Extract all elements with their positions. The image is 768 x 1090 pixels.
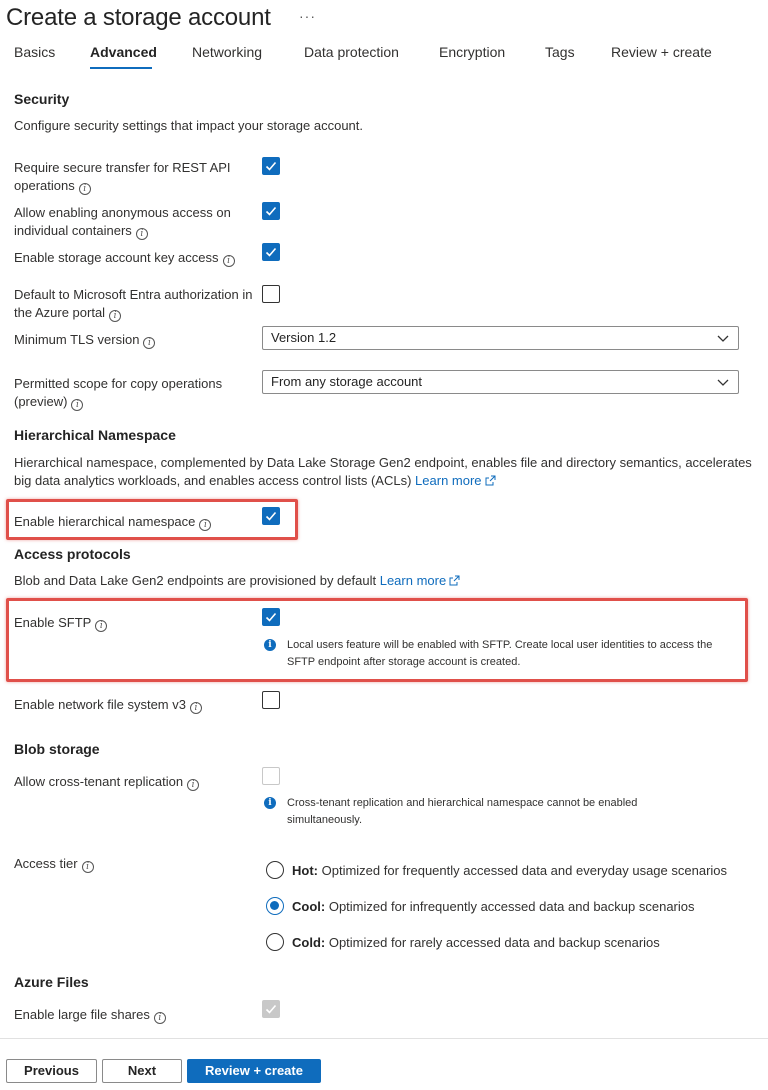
external-link-icon xyxy=(449,575,460,586)
access-protocols-heading: Access protocols xyxy=(14,546,131,562)
tls-version-value: Version 1.2 xyxy=(271,330,337,345)
more-options-icon[interactable]: ··· xyxy=(299,8,316,24)
checkmark-icon xyxy=(265,1004,277,1014)
hns-learn-more-link[interactable]: Learn more xyxy=(415,473,496,488)
footer-divider xyxy=(0,1038,768,1039)
nfs-label: Enable network file system v3 i xyxy=(14,696,259,714)
tab-basics[interactable]: Basics xyxy=(14,44,55,60)
access-tier-cool-radio[interactable] xyxy=(266,897,284,915)
info-icon[interactable]: i xyxy=(81,861,94,873)
next-button[interactable]: Next xyxy=(102,1059,182,1083)
info-icon[interactable]: i xyxy=(199,519,212,531)
info-icon[interactable]: i xyxy=(187,779,200,791)
tab-encryption[interactable]: Encryption xyxy=(439,44,505,60)
access-tier-cool-label[interactable]: Cool: Optimized for infrequently accesse… xyxy=(292,899,695,914)
key-access-label: Enable storage account key access i xyxy=(14,249,259,267)
copy-scope-label: Permitted scope for copy operations (pre… xyxy=(14,376,223,411)
nfs-checkbox[interactable] xyxy=(262,691,280,709)
copy-scope-value: From any storage account xyxy=(271,374,423,389)
checkmark-icon xyxy=(265,511,277,521)
access-tier-hot-radio[interactable] xyxy=(266,861,284,879)
info-filled-icon: i xyxy=(264,639,276,651)
azure-files-heading: Azure Files xyxy=(14,974,89,990)
access-protocols-learn-more-link[interactable]: Learn more xyxy=(380,573,460,588)
review-create-button[interactable]: Review + create xyxy=(187,1059,321,1083)
tab-networking[interactable]: Networking xyxy=(192,44,262,60)
info-icon[interactable]: i xyxy=(109,310,122,322)
secure-transfer-label: Require secure transfer for REST API ope… xyxy=(14,160,231,195)
anonymous-access-label: Allow enabling anonymous access on indiv… xyxy=(14,205,231,240)
checkmark-icon xyxy=(265,161,277,171)
anonymous-access-checkbox[interactable] xyxy=(262,202,280,220)
tls-version-select[interactable]: Version 1.2 xyxy=(262,326,739,350)
access-tier-label: Access tier i xyxy=(14,855,259,873)
entra-default-label: Default to Microsoft Entra authorization… xyxy=(14,287,253,322)
tab-data-protection[interactable]: Data protection xyxy=(304,44,399,60)
large-file-shares-checkbox[interactable] xyxy=(262,1000,280,1018)
access-protocols-description: Blob and Data Lake Gen2 endpoints are pr… xyxy=(14,572,460,590)
sftp-label: Enable SFTP i xyxy=(14,614,259,632)
checkmark-icon xyxy=(265,247,277,257)
sftp-checkbox[interactable] xyxy=(262,608,280,626)
security-description: Configure security settings that impact … xyxy=(14,118,364,133)
info-icon[interactable]: i xyxy=(153,1012,166,1024)
security-heading: Security xyxy=(14,91,70,107)
info-icon[interactable]: i xyxy=(222,255,235,267)
active-tab-indicator xyxy=(90,67,152,69)
cross-tenant-callout-text: Cross-tenant replication and hierarchica… xyxy=(287,797,638,826)
entra-default-checkbox[interactable] xyxy=(262,285,280,303)
hns-enable-label: Enable hierarchical namespace i xyxy=(14,513,259,531)
cross-tenant-label: Allow cross-tenant replication i xyxy=(14,773,259,791)
info-icon[interactable]: i xyxy=(78,183,91,195)
copy-scope-select[interactable]: From any storage account xyxy=(262,370,739,394)
tab-review-create[interactable]: Review + create xyxy=(611,44,712,60)
external-link-icon xyxy=(485,475,496,486)
chevron-down-icon xyxy=(717,379,729,386)
info-icon[interactable]: i xyxy=(71,399,84,411)
access-tier-cold-radio[interactable] xyxy=(266,933,284,951)
tab-advanced[interactable]: Advanced xyxy=(90,44,157,60)
chevron-down-icon xyxy=(717,335,729,342)
secure-transfer-checkbox[interactable] xyxy=(262,157,280,175)
hns-heading: Hierarchical Namespace xyxy=(14,427,176,443)
info-filled-icon: i xyxy=(264,797,276,809)
info-icon[interactable]: i xyxy=(95,620,108,632)
tab-tags[interactable]: Tags xyxy=(545,44,575,60)
cross-tenant-checkbox[interactable] xyxy=(262,767,280,785)
key-access-checkbox[interactable] xyxy=(262,243,280,261)
page-title: Create a storage account xyxy=(6,4,271,31)
info-icon[interactable]: i xyxy=(135,228,148,240)
previous-button[interactable]: Previous xyxy=(6,1059,97,1083)
info-icon[interactable]: i xyxy=(189,702,202,714)
tls-label: Minimum TLS version i xyxy=(14,331,259,349)
hns-enable-checkbox[interactable] xyxy=(262,507,280,525)
large-file-shares-label: Enable large file shares i xyxy=(14,1006,259,1024)
access-tier-hot-label[interactable]: Hot: Optimized for frequently accessed d… xyxy=(292,863,727,878)
blob-storage-heading: Blob storage xyxy=(14,741,100,757)
sftp-callout-text: Local users feature will be enabled with… xyxy=(287,639,713,668)
checkmark-icon xyxy=(265,612,277,622)
access-tier-cold-label[interactable]: Cold: Optimized for rarely accessed data… xyxy=(292,935,660,950)
hns-description: Hierarchical namespace, complemented by … xyxy=(14,455,752,488)
checkmark-icon xyxy=(265,206,277,216)
info-icon[interactable]: i xyxy=(143,337,156,349)
